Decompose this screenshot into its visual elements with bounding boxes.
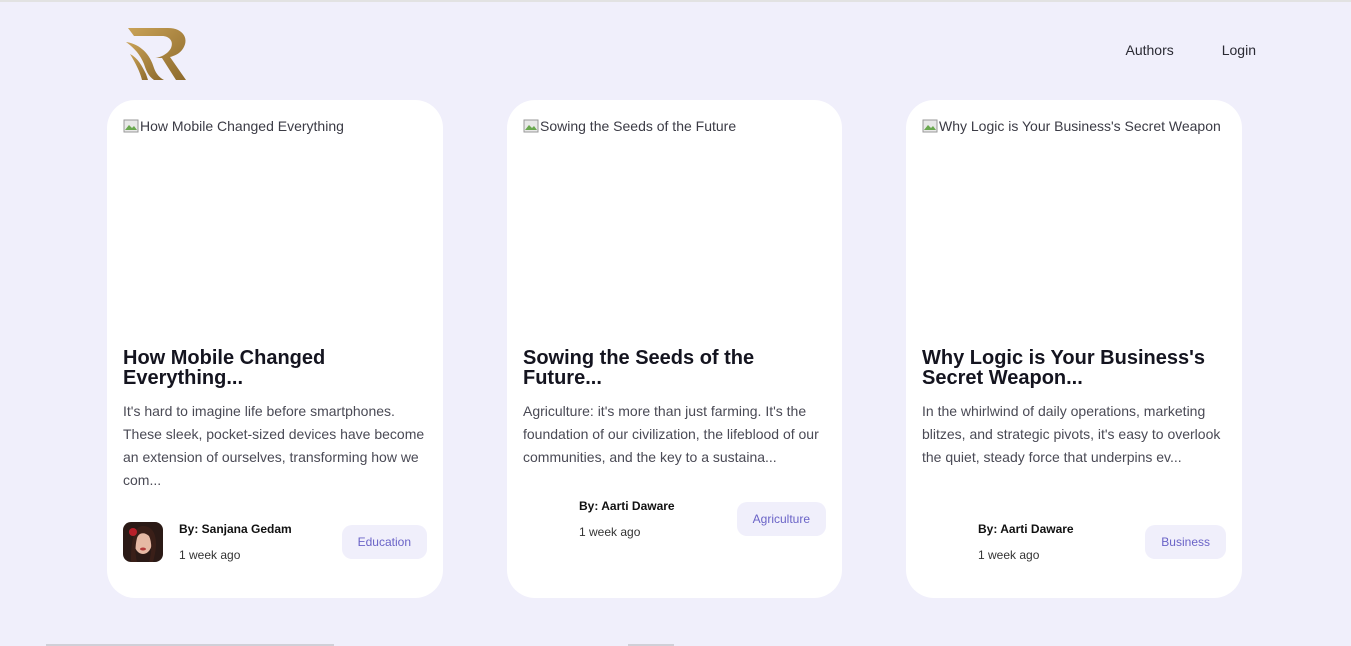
top-nav: Authors Login bbox=[1125, 42, 1256, 58]
avatar[interactable] bbox=[123, 522, 163, 562]
post-author: By: Sanjana Gedam bbox=[179, 522, 292, 536]
nav-authors[interactable]: Authors bbox=[1125, 42, 1173, 58]
post-time: 1 week ago bbox=[978, 548, 1040, 562]
category-tag[interactable]: Education bbox=[341, 525, 427, 559]
post-meta: By: Aarti Daware 1 week ago Agriculture bbox=[523, 499, 826, 539]
category-tag[interactable]: Agriculture bbox=[736, 502, 826, 536]
post-card[interactable]: Why Logic is Your Business's Secret Weap… bbox=[906, 100, 1242, 598]
post-image[interactable]: Why Logic is Your Business's Secret Weap… bbox=[922, 118, 1226, 340]
author-info: By: Sanjana Gedam 1 week ago bbox=[179, 522, 292, 562]
post-title[interactable]: How Mobile Changed Everything... bbox=[123, 348, 427, 388]
post-image-alt: How Mobile Changed Everything bbox=[140, 118, 344, 134]
post-time: 1 week ago bbox=[579, 525, 641, 539]
broken-image-icon bbox=[123, 119, 139, 133]
post-excerpt: Agriculture: it's more than just farming… bbox=[523, 403, 819, 465]
post-excerpt: It's hard to imagine life before smartph… bbox=[123, 403, 425, 488]
broken-image-icon bbox=[922, 119, 938, 133]
post-meta: By: Sanjana Gedam 1 week ago Education bbox=[123, 522, 427, 562]
logo[interactable] bbox=[124, 24, 190, 82]
post-title[interactable]: Sowing the Seeds of the Future... bbox=[523, 348, 826, 388]
author-info: By: Aarti Daware 1 week ago bbox=[579, 499, 675, 539]
post-author: By: Aarti Daware bbox=[978, 522, 1074, 536]
nav-login[interactable]: Login bbox=[1222, 42, 1256, 58]
post-meta: By: Aarti Daware 1 week ago Business bbox=[922, 522, 1226, 562]
post-image-alt: Sowing the Seeds of the Future bbox=[540, 118, 737, 134]
post-card[interactable]: How Mobile Changed Everything How Mobile… bbox=[107, 100, 443, 598]
post-title[interactable]: Why Logic is Your Business's Secret Weap… bbox=[922, 348, 1226, 388]
post-image-alt: Why Logic is Your Business's Secret Weap… bbox=[939, 118, 1221, 134]
post-excerpt: In the whirlwind of daily operations, ma… bbox=[922, 403, 1221, 465]
category-tag[interactable]: Business bbox=[1145, 525, 1226, 559]
avatar[interactable] bbox=[523, 499, 563, 539]
post-image[interactable]: How Mobile Changed Everything bbox=[123, 118, 427, 340]
post-author: By: Aarti Daware bbox=[579, 499, 675, 513]
post-time: 1 week ago bbox=[179, 548, 241, 562]
broken-image-icon bbox=[523, 119, 539, 133]
author-info: By: Aarti Daware 1 week ago bbox=[978, 522, 1074, 562]
avatar[interactable] bbox=[922, 522, 962, 562]
post-card[interactable]: Sowing the Seeds of the Future Sowing th… bbox=[507, 100, 842, 598]
post-image[interactable]: Sowing the Seeds of the Future bbox=[523, 118, 826, 340]
